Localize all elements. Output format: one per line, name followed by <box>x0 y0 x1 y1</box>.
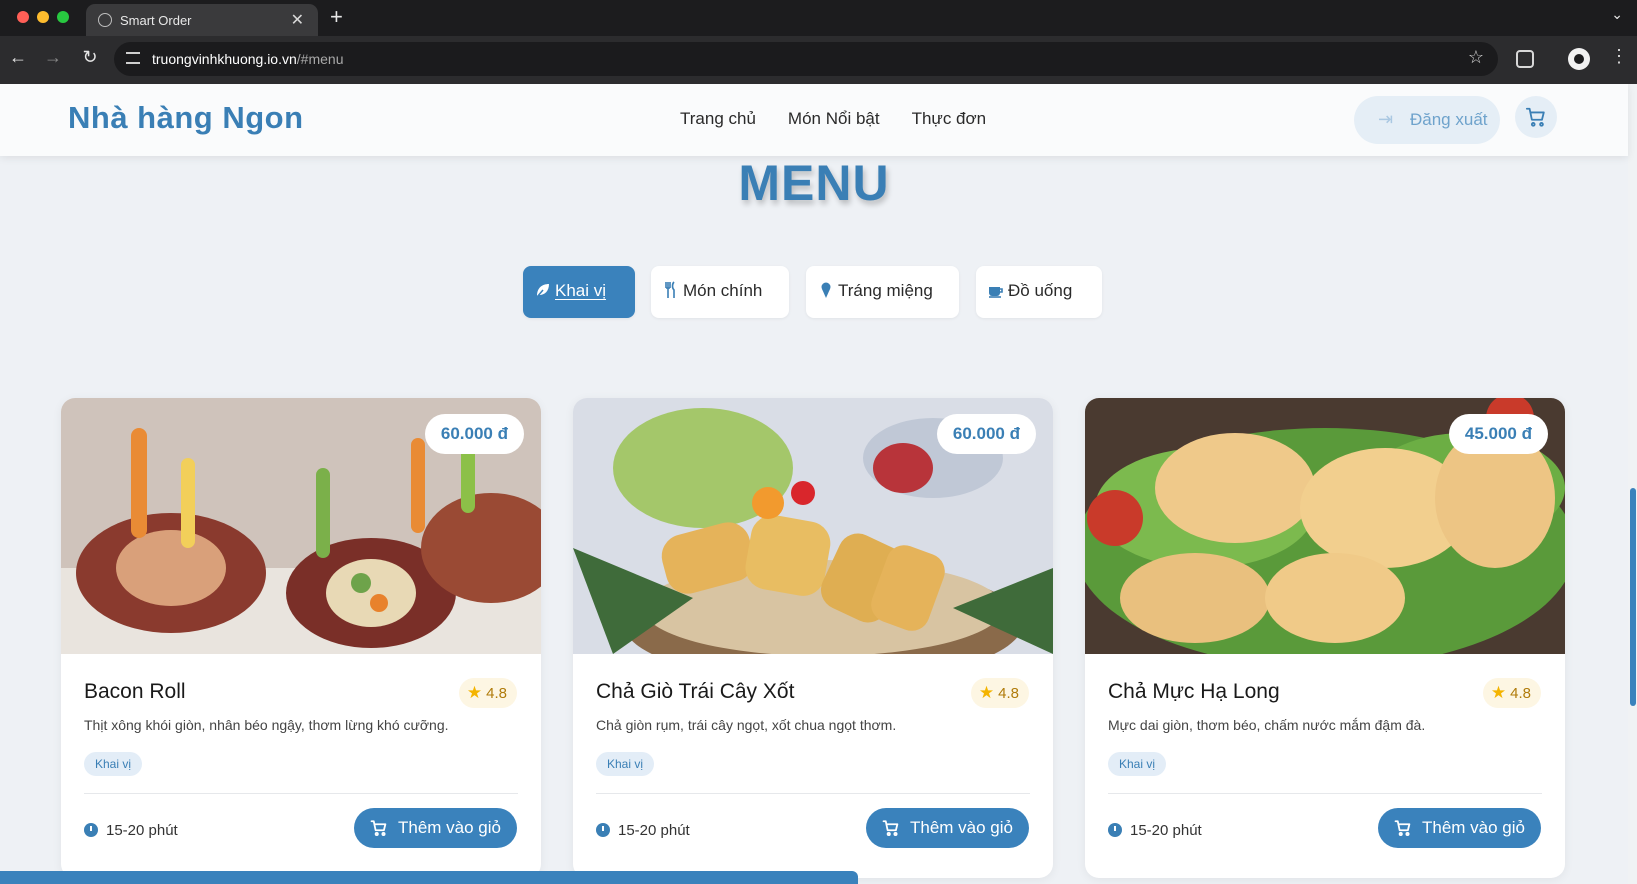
extension-icon[interactable] <box>1516 50 1534 68</box>
tab-trang-mieng[interactable]: Tráng miệng <box>806 266 959 318</box>
back-icon[interactable]: ← <box>6 47 30 68</box>
rating-badge: ★ 4.8 <box>458 678 517 708</box>
divider <box>1108 793 1542 794</box>
globe-icon <box>98 13 112 27</box>
browser-toolbar: ← → ↻ truongvinhkhuong.io.vn/#menu ☆ ⋮ <box>0 36 1637 84</box>
url-text[interactable]: truongvinhkhuong.io.vn/#menu <box>152 51 343 67</box>
add-to-cart-button[interactable]: Thêm vào giỏ <box>1378 808 1541 848</box>
site-header: Nhà hàng Ngon Trang chủ Món Nổi bật Thực… <box>0 84 1628 156</box>
logout-button[interactable]: ⇥ Đăng xuất <box>1354 96 1500 144</box>
logout-label: Đăng xuất <box>1410 110 1488 129</box>
dish-name: Chả Mực Hạ Long <box>1108 680 1280 703</box>
tab-title: Smart Order <box>120 13 192 28</box>
star-icon: ★ <box>466 683 483 702</box>
reload-icon[interactable]: ↻ <box>78 47 102 68</box>
utensils-icon <box>665 281 675 298</box>
ice-cream-icon <box>821 282 831 298</box>
nav-menu[interactable]: Thực đơn <box>912 109 987 129</box>
plus-icon[interactable]: + <box>330 4 343 30</box>
prep-time: 15-20 phút <box>84 822 178 839</box>
tab-do-uong[interactable]: Đồ uống <box>976 266 1102 318</box>
site-settings-icon[interactable] <box>126 52 140 64</box>
main-nav: Trang chủ Món Nổi bật Thực đơn <box>680 109 986 129</box>
prep-time: 15-20 phút <box>596 822 690 839</box>
cart-icon <box>1525 107 1545 127</box>
price-badge: 45.000 đ <box>1448 414 1548 454</box>
browser-tab[interactable]: Smart Order ✕ <box>86 4 318 36</box>
tab-khai-vi[interactable]: Khai vị <box>523 266 635 318</box>
cart-icon <box>882 820 899 837</box>
browser-tab-bar: Smart Order ✕ + ⌄ <box>0 0 1637 36</box>
dish-name: Bacon Roll <box>84 680 186 703</box>
close-icon[interactable]: ✕ <box>291 10 304 30</box>
page-viewport: Nhà hàng Ngon Trang chủ Món Nổi bật Thực… <box>0 84 1637 884</box>
rating-badge: ★ 4.8 <box>970 678 1029 708</box>
star-icon[interactable]: ☆ <box>1468 47 1484 68</box>
cart-button[interactable] <box>1515 96 1557 138</box>
kebab-icon[interactable]: ⋮ <box>1610 46 1628 67</box>
vertical-scrollbar[interactable] <box>1628 84 1637 884</box>
clock-icon <box>596 823 610 837</box>
vertical-scrollbar-thumb[interactable] <box>1630 488 1636 706</box>
star-icon: ★ <box>978 683 995 702</box>
window-maximize-button[interactable] <box>57 11 69 23</box>
chevron-down-icon[interactable]: ⌄ <box>1611 6 1623 23</box>
leaf-icon <box>536 284 549 298</box>
coffee-icon <box>989 287 1003 298</box>
add-to-cart-button[interactable]: Thêm vào giỏ <box>866 808 1029 848</box>
category-chip: Khai vị <box>1108 752 1167 776</box>
menu-card: 60.000 đ Chả Giò Trái Cây Xốt ★ 4.8 Chả g… <box>573 398 1053 878</box>
cart-icon <box>370 820 387 837</box>
dish-description: Thịt xông khói giòn, nhân béo ngậy, thơm… <box>84 717 449 733</box>
logout-icon: ⇥ <box>1378 109 1394 129</box>
brand-logo[interactable]: Nhà hàng Ngon <box>68 100 304 136</box>
star-icon: ★ <box>1490 683 1507 702</box>
prep-time: 15-20 phút <box>1108 822 1202 839</box>
menu-card: 45.000 đ Chả Mực Hạ Long ★ 4.8 Mực dai gi… <box>1085 398 1565 878</box>
divider <box>84 793 518 794</box>
address-bar[interactable]: truongvinhkhuong.io.vn/#menu ☆ <box>114 42 1498 76</box>
profile-icon[interactable] <box>1568 48 1590 70</box>
tab-mon-chinh[interactable]: Món chính <box>651 266 789 318</box>
window-close-button[interactable] <box>17 11 29 23</box>
rating-badge: ★ 4.8 <box>1482 678 1541 708</box>
add-to-cart-button[interactable]: Thêm vào giỏ <box>354 808 517 848</box>
forward-icon[interactable]: → <box>41 47 65 68</box>
window-minimize-button[interactable] <box>37 11 49 23</box>
menu-card: 60.000 đ Bacon Roll ★ 4.8 Thịt xông khói … <box>61 398 541 878</box>
dish-name: Chả Giò Trái Cây Xốt <box>596 680 795 703</box>
clock-icon <box>84 823 98 837</box>
cart-icon <box>1394 820 1411 837</box>
menu-title: MENU <box>738 155 890 211</box>
dish-description: Mực dai giòn, thơm béo, chấm nước mắm đậ… <box>1108 717 1426 733</box>
nav-home[interactable]: Trang chủ <box>680 109 756 129</box>
dish-description: Chả giòn rụm, trái cây ngọt, xốt chua ng… <box>596 717 897 733</box>
category-chip: Khai vị <box>596 752 655 776</box>
category-chip: Khai vị <box>84 752 143 776</box>
price-badge: 60.000 đ <box>424 414 524 454</box>
nav-featured[interactable]: Món Nổi bật <box>788 109 880 129</box>
horizontal-scrollbar-thumb[interactable] <box>0 871 858 884</box>
divider <box>596 793 1030 794</box>
clock-icon <box>1108 823 1122 837</box>
price-badge: 60.000 đ <box>936 414 1036 454</box>
